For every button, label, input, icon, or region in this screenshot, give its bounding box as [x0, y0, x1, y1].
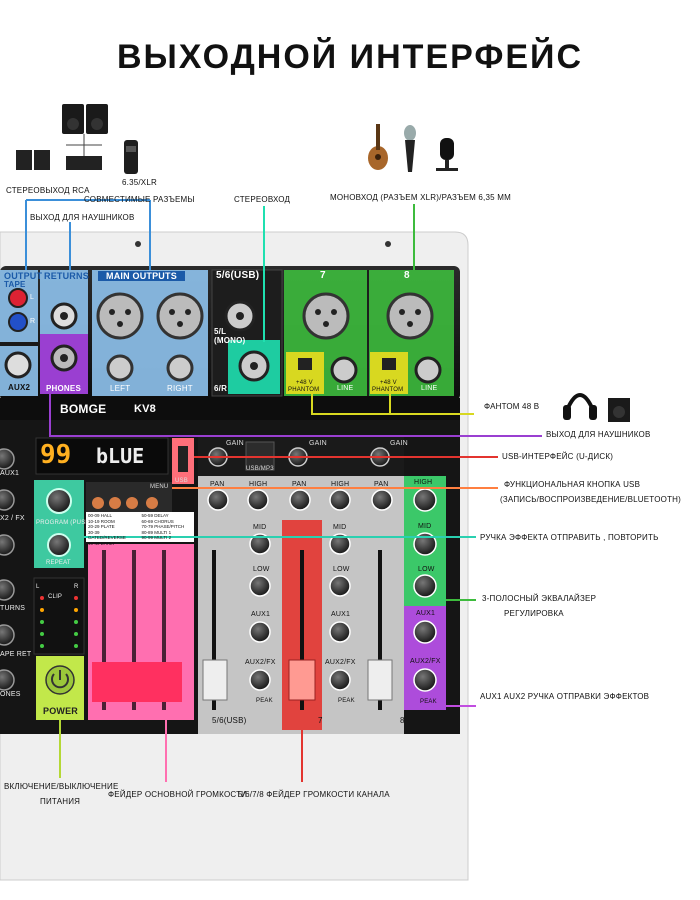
line-label-7: LINE	[337, 385, 354, 392]
strip-8-label: 8	[400, 716, 405, 725]
mid-label-7: MID	[333, 524, 347, 531]
fx-preset-item: 30-39 GATED/REVERSE	[88, 529, 126, 541]
right-label: RIGHT	[167, 384, 193, 393]
callout-usb-button-2: (ЗАПИСЬ/ВОСПРОИЗВЕДЕНИЕ/BLUETOOTH)	[500, 495, 682, 504]
callout-fx-send: РУЧКА ЭФФЕКТА ОТПРАВИТЬ , ПОВТОРИТЬ	[480, 533, 659, 542]
mid-label-8: MID	[418, 523, 432, 530]
mid-label-56: MID	[253, 524, 267, 531]
callout-eq-1: 3-ПОЛОСНЫЙ ЭКВАЛАЙЗЕР	[482, 594, 597, 603]
display-text: bLUE	[96, 444, 145, 468]
brand-label: BOMGE	[60, 402, 107, 416]
turns-left-label: TURNS	[0, 605, 26, 612]
aux2fx-label-8: AUX2/FX	[410, 658, 441, 665]
usb-label: USB	[175, 478, 188, 484]
callout-channel-fader: 5/6/7/8 ФЕЙДЕР ГРОМКОСТИ КАНАЛА	[238, 790, 390, 799]
six-r-label: 6/R	[214, 384, 228, 393]
returns-label: RETURNS	[44, 271, 89, 281]
aux2-jack-label: AUX2	[8, 383, 31, 392]
pan-label-7: PAN	[292, 481, 307, 488]
phones-label: PHONES	[46, 384, 81, 393]
strip-56-label: 5/6(USB)	[212, 716, 247, 725]
callout-power-2: ПИТАНИЯ	[40, 797, 81, 806]
pan-label-8: PAN	[374, 481, 389, 488]
tape-l-label: L	[30, 294, 35, 301]
high-label-8: HIGH	[414, 479, 433, 486]
callout-compatible: СОВМЕСТИМЫЕ РАЗЪЕМЫ	[84, 195, 195, 204]
ch56-label: 5/6(USB)	[216, 270, 260, 281]
callout-main-fader: ФЕЙДЕР ОСНОВНОЙ ГРОМКОСТИ	[108, 790, 248, 799]
callout-headphone-right: ВЫХОД ДЛЯ НАУШНИКОВ	[546, 430, 651, 439]
guitar-icon	[368, 124, 388, 170]
aux1-label-56: AUX1	[251, 611, 271, 618]
phantom-v-7: +48 V	[296, 380, 313, 386]
gain-label-56: GAIN	[226, 440, 244, 447]
gain-label-7: GAIN	[309, 440, 327, 447]
phantom-label-7: PHANTOM	[288, 387, 320, 393]
mono-label-2: (MONO)	[214, 336, 246, 345]
high-label-7: HIGH	[331, 481, 350, 488]
peak-label-8: PEAK	[420, 699, 437, 705]
callout-eq-2: РЕГУЛИРОВКА	[504, 609, 564, 618]
gain-label-8: GAIN	[390, 440, 408, 447]
callout-usb-interface: USB-ИНТЕРФЕЙС (U-ДИСК)	[502, 452, 614, 461]
callout-headphone-top: ВЫХОД ДЛЯ НАУШНИКОВ	[30, 213, 135, 222]
headphones-icon	[563, 393, 597, 420]
microphone-icon	[404, 125, 416, 172]
display-number: 99	[40, 440, 72, 470]
left-label: LEFT	[110, 384, 131, 393]
main-outputs-label: MAIN OUTPUTS	[98, 271, 185, 281]
aux2fx-label-7: AUX2/FX	[325, 659, 356, 666]
callout-aux-send: AUX1 AUX2 РУЧКА ОТПРАВКИ ЭФФЕКТОВ	[480, 692, 650, 701]
callout-usb-button-1: ФУНКЦИОНАЛЬНАЯ КНОПКА USB	[504, 480, 641, 489]
condenser-mic-icon	[436, 138, 458, 171]
low-label-56: LOW	[253, 566, 270, 573]
fx-preset-item: 90-99 MULTI 2	[141, 535, 172, 541]
x2fx-left-label: X2 / FX	[0, 515, 25, 522]
line-label-8: LINE	[421, 385, 438, 392]
low-label-7: LOW	[333, 566, 350, 573]
strip-7-label: 7	[318, 716, 323, 725]
speaker-icon	[16, 104, 108, 170]
meter-r-label: R	[74, 584, 79, 590]
ch8-label: 8	[404, 270, 410, 281]
repeat-label: REPEAT	[46, 560, 71, 566]
meter-l-label: L	[36, 584, 40, 590]
aux1-label-8: AUX1	[416, 610, 436, 617]
peak-label-56: PEAK	[256, 698, 273, 704]
wireless-speaker-icon	[124, 140, 138, 174]
low-label-8: LOW	[418, 566, 435, 573]
apret-left-label: APE RET	[0, 651, 32, 658]
phantom-label-8: PHANTOM	[372, 387, 404, 393]
tape-r-label: R	[30, 318, 36, 325]
peak-label-7: PEAK	[338, 698, 355, 704]
subwoofer-icon	[608, 398, 630, 422]
ones-left-label: ONES	[0, 691, 21, 698]
ch7-label: 7	[320, 270, 326, 281]
aux2fx-label-56: AUX2/FX	[245, 659, 276, 666]
program-label: PROGRAM (PUSH)	[36, 520, 93, 526]
callout-phantom: ФАНТОМ 48 В	[484, 402, 540, 411]
pan-label-56: PAN	[210, 481, 225, 488]
high-label-56: HIGH	[249, 481, 268, 488]
aux-left-label: AUX1	[0, 470, 20, 477]
callout-rca-out: СТЕРЕОВЫХОД RCA	[6, 186, 90, 195]
power-label: POWER	[43, 706, 79, 716]
callout-stereo-in: СТЕРЕОВХОД	[234, 195, 291, 204]
usb-mp3-label: USB/MP3	[246, 466, 274, 472]
callout-power-1: ВКЛЮЧЕНИЕ/ВЫКЛЮЧЕНИЕ	[4, 782, 119, 791]
callout-mono-in: МОНОВХОД (РАЗЪЕМ XLR)/РАЗЪЕМ 6,35 ММ	[330, 193, 511, 202]
menu-label: MENU	[150, 484, 169, 490]
fx-preset-list: 00-09 HALL 10-19 ROOM 20-29 PLATE 30-39 …	[88, 513, 192, 547]
tape-label: TAPE	[4, 280, 26, 289]
model-label: KV8	[134, 403, 156, 415]
fx-preset-item: 40-49 EARLY	[88, 540, 116, 546]
mono-label-1: 5/L	[214, 327, 227, 336]
aux1-label-7: AUX1	[331, 611, 351, 618]
phantom-v-8: +48 V	[380, 380, 397, 386]
clip-label: CLIP	[48, 594, 63, 600]
callout-jack-xlr: 6.35/XLR	[122, 178, 157, 187]
